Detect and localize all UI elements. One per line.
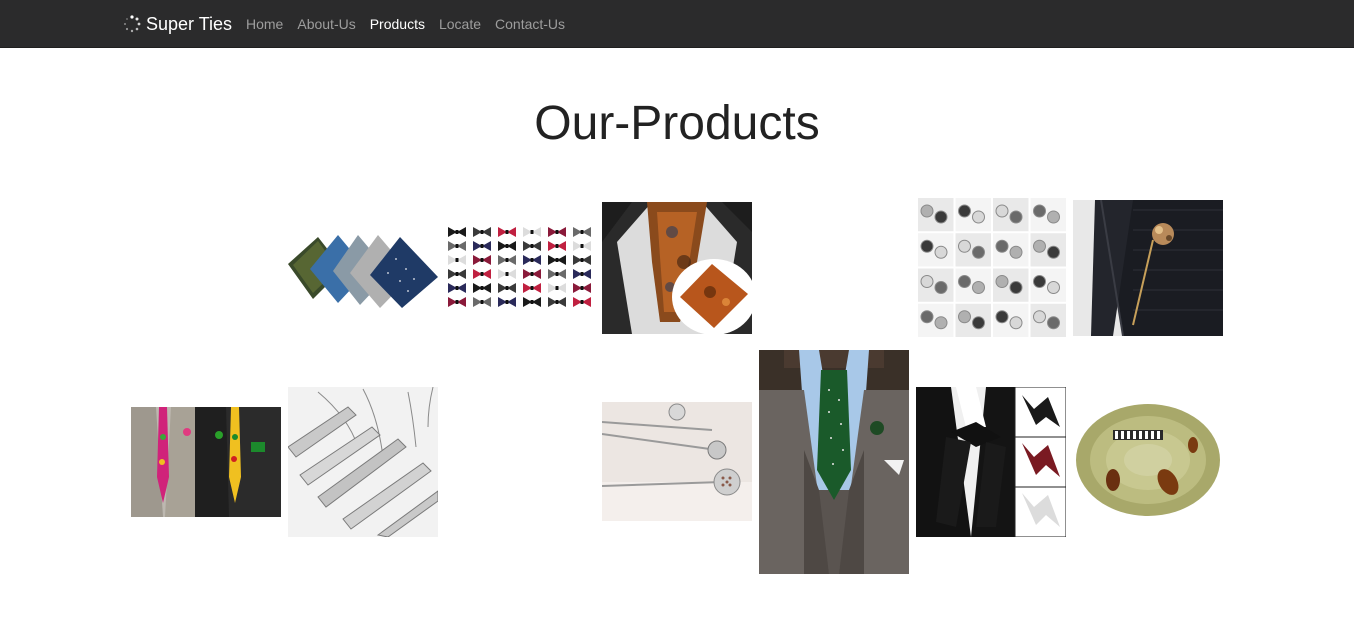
product-cufflinks-grid[interactable] (917, 197, 1067, 338)
nav-item-home: Home (239, 0, 290, 48)
nav-item-about: About-Us (290, 0, 362, 48)
self-tie-bow-ties-image (916, 387, 1066, 537)
product-green-dot-tie-outfit[interactable] (759, 350, 909, 574)
product-tie-clips[interactable] (288, 387, 438, 537)
product-pocket-squares[interactable] (288, 229, 438, 308)
tie-clips-image (288, 387, 438, 537)
product-lapel-pin[interactable] (1073, 200, 1223, 336)
nav-link-locate[interactable]: Locate (432, 0, 488, 48)
nav-item-locate: Locate (432, 0, 488, 48)
product-african-print-ties[interactable] (131, 407, 281, 517)
nav-link-home[interactable]: Home (239, 0, 290, 48)
product-stick-pins[interactable] (602, 402, 752, 521)
brand-name: Super Ties (146, 13, 233, 34)
product-bow-ties-grid[interactable] (445, 224, 595, 312)
product-paisley-cravat[interactable] (602, 202, 752, 334)
nav-item-contact: Contact-Us (488, 0, 572, 48)
green-dot-tie-image (759, 350, 909, 574)
nav-link-about[interactable]: About-Us (290, 0, 362, 48)
african-print-ties-image (131, 407, 281, 517)
nav-link-products[interactable]: Products (363, 0, 432, 48)
music-print-tie-image (1073, 390, 1223, 534)
bow-ties-grid-image (445, 224, 595, 312)
paisley-cravat-image (602, 202, 752, 334)
pocket-squares-image (288, 229, 438, 308)
nav-item-products: Products (363, 0, 432, 48)
lapel-pin-image (1073, 200, 1223, 336)
page-title: Our-Products (534, 97, 820, 150)
top-navbar: Super Ties Home About-Us Products Locate… (0, 0, 1354, 48)
product-self-tie-bow-ties[interactable] (916, 387, 1066, 537)
nav-menu: Home About-Us Products Locate Contact-Us (239, 0, 572, 48)
stick-pins-image (602, 402, 752, 521)
cufflinks-grid-image (917, 197, 1067, 338)
spinner-icon (124, 15, 141, 33)
product-music-print-tie[interactable] (1073, 390, 1223, 534)
nav-link-contact[interactable]: Contact-Us (488, 0, 572, 48)
brand-link[interactable]: Super Ties (123, 0, 232, 48)
